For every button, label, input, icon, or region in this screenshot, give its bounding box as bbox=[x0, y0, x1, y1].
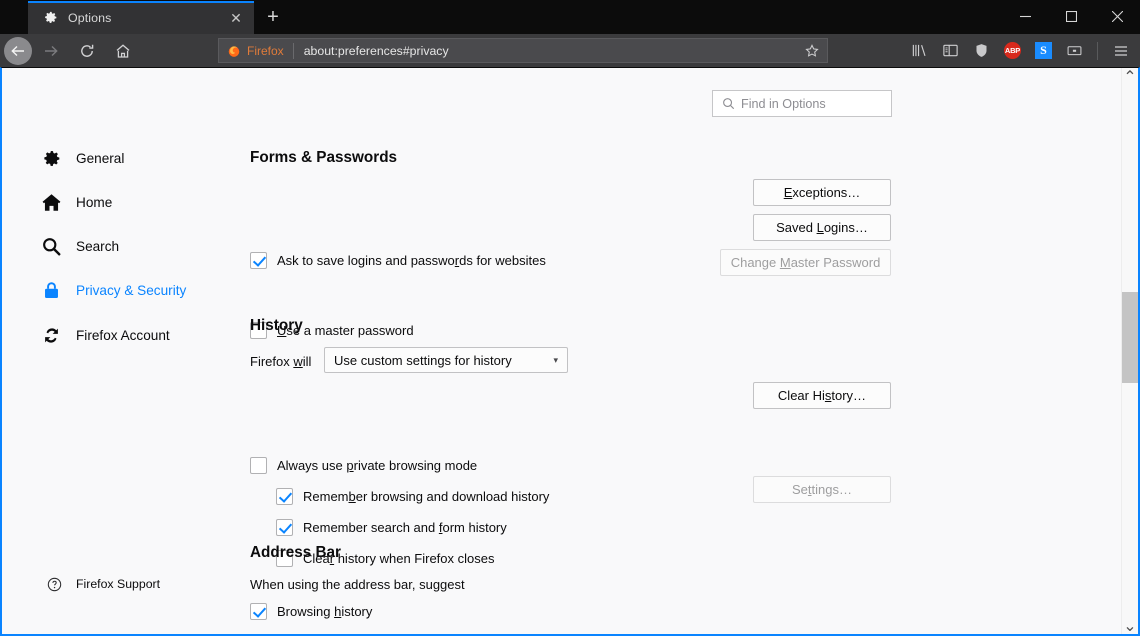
sync-icon bbox=[40, 324, 62, 346]
search-icon bbox=[40, 235, 62, 257]
sidebar-item-label: Privacy & Security bbox=[76, 282, 187, 298]
app-menu-icon[interactable] bbox=[1106, 37, 1135, 65]
change-master-password-button: Change Master Password bbox=[720, 249, 891, 276]
lock-icon bbox=[40, 279, 62, 301]
firefox-will-label: Firefox will bbox=[250, 354, 312, 369]
settings-button: Settings… bbox=[753, 476, 891, 503]
saved-logins-button[interactable]: Saved Logins… bbox=[753, 214, 891, 241]
sidebar-item-label: General bbox=[76, 150, 125, 166]
close-icon[interactable]: ✕ bbox=[226, 8, 246, 28]
checkbox-label: Remember search and form history bbox=[303, 520, 507, 535]
address-bar-description: When using the address bar, suggest bbox=[250, 577, 465, 592]
home-icon bbox=[40, 191, 62, 213]
exceptions-button[interactable]: Exceptions… bbox=[753, 179, 891, 206]
scroll-up-icon[interactable]: ⌃ bbox=[1122, 68, 1139, 86]
preferences-sidebar: General Home Search Privacy & Security F… bbox=[2, 68, 240, 634]
firefox-support-link[interactable]: Firefox Support bbox=[46, 576, 160, 592]
checkbox-box[interactable] bbox=[250, 457, 267, 474]
tab-options[interactable]: Options ✕ bbox=[28, 1, 254, 34]
scroll-down-icon[interactable]: ⌄ bbox=[1122, 617, 1139, 635]
checkbox-browsing-history-suggest[interactable]: Browsing history bbox=[250, 603, 372, 620]
checkbox-box[interactable] bbox=[276, 488, 293, 505]
adblock-plus-icon[interactable]: ABP bbox=[998, 37, 1027, 65]
checkbox-label: Browsing history bbox=[277, 604, 373, 619]
select-control[interactable]: Use custom settings for history ▾ bbox=[324, 347, 568, 373]
scrollbar-thumb[interactable] bbox=[1121, 292, 1138, 383]
reload-button[interactable] bbox=[70, 37, 104, 65]
url-bar[interactable]: Firefox about:preferences#privacy bbox=[218, 38, 828, 63]
checkbox-box[interactable] bbox=[276, 519, 293, 536]
gear-icon bbox=[40, 147, 62, 169]
forward-button[interactable] bbox=[34, 37, 68, 65]
sidebar-item-label: Search bbox=[76, 238, 120, 254]
tab-title: Options bbox=[68, 10, 112, 25]
identity-label: Firefox bbox=[247, 43, 284, 58]
close-icon[interactable] bbox=[1094, 0, 1140, 33]
checkbox-box[interactable] bbox=[250, 603, 267, 620]
scrollbar-track[interactable] bbox=[1121, 85, 1138, 617]
gear-icon bbox=[42, 9, 59, 26]
bookmark-star-icon[interactable] bbox=[803, 43, 821, 58]
sidebar-item-label: Home bbox=[76, 194, 113, 210]
toolbar-icons: ABP S bbox=[904, 36, 1136, 65]
sidebar-item-firefox-account[interactable]: Firefox Account bbox=[40, 322, 170, 348]
preferences-page: Find in Options General Home Search Priv… bbox=[0, 67, 1140, 636]
history-mode-select[interactable]: Use custom settings for history ▾ bbox=[324, 347, 568, 373]
firefox-logo-icon bbox=[227, 44, 241, 58]
button-label: Exceptions… bbox=[783, 185, 861, 200]
identity-box: Firefox bbox=[227, 44, 293, 58]
section-title-forms-passwords: Forms & Passwords bbox=[250, 149, 398, 166]
button-label: Clear History… bbox=[777, 388, 867, 403]
sidebar-item-general[interactable]: General bbox=[40, 145, 124, 171]
sidebar-item-home[interactable]: Home bbox=[40, 189, 112, 215]
sidebar-item-privacy-security[interactable]: Privacy & Security bbox=[40, 277, 186, 303]
select-value: Use custom settings for history bbox=[334, 352, 512, 368]
skype-icon[interactable]: S bbox=[1029, 37, 1058, 65]
toolbar-separator bbox=[1097, 41, 1098, 60]
url-separator bbox=[292, 42, 294, 59]
checkbox-label: Always use private browsing mode bbox=[277, 458, 478, 473]
browser-window: Options ✕ + Firefox about:preferences#pr… bbox=[0, 0, 1140, 636]
new-tab-button[interactable]: + bbox=[258, 2, 288, 32]
chevron-down-icon: ▾ bbox=[553, 354, 558, 365]
support-label: Firefox Support bbox=[76, 577, 161, 591]
maximize-icon[interactable] bbox=[1048, 0, 1094, 33]
checkbox-label: Ask to save logins and passwords for web… bbox=[277, 253, 546, 268]
screenshot-icon[interactable] bbox=[1060, 37, 1089, 65]
library-icon[interactable] bbox=[905, 37, 934, 65]
sidebar-item-search[interactable]: Search bbox=[40, 233, 119, 259]
tab-strip: Options ✕ + bbox=[0, 0, 1140, 34]
vertical-scrollbar[interactable]: ⌃ ⌄ bbox=[1121, 68, 1138, 634]
shield-icon[interactable] bbox=[967, 37, 996, 65]
minimize-icon[interactable] bbox=[1002, 0, 1048, 33]
checkbox-ask-to-save-logins[interactable]: Ask to save logins and passwords for web… bbox=[250, 252, 546, 269]
home-button[interactable] bbox=[106, 37, 140, 65]
sidebar-icon[interactable] bbox=[936, 37, 965, 65]
adblock-plus-badge: ABP bbox=[1004, 42, 1021, 59]
clear-history-button[interactable]: Clear History… bbox=[753, 382, 891, 409]
checkbox-label: Remember browsing and download history bbox=[303, 489, 550, 504]
preferences-main-pane: Forms & Passwords Ask to save logins and… bbox=[240, 68, 1125, 634]
navigation-toolbar: Firefox about:preferences#privacy ABP S bbox=[0, 34, 1140, 67]
checkbox-remember-search-form-history[interactable]: Remember search and form history bbox=[276, 519, 507, 536]
checkbox-box[interactable] bbox=[250, 252, 267, 269]
help-circle-icon bbox=[46, 576, 62, 592]
window-controls bbox=[1002, 0, 1140, 33]
section-title-address-bar: Address Bar bbox=[250, 544, 341, 561]
back-button[interactable] bbox=[4, 36, 32, 65]
button-label: Saved Logins… bbox=[776, 220, 868, 235]
checkbox-remember-browsing-history[interactable]: Remember browsing and download history bbox=[276, 488, 549, 505]
button-label: Settings… bbox=[792, 482, 852, 497]
button-label: Change Master Password bbox=[730, 255, 881, 270]
sidebar-item-label: Firefox Account bbox=[76, 327, 170, 343]
url-text[interactable]: about:preferences#privacy bbox=[304, 44, 803, 58]
section-title-history: History bbox=[250, 317, 303, 334]
checkbox-always-private-browsing[interactable]: Always use private browsing mode bbox=[250, 457, 477, 474]
skype-badge: S bbox=[1035, 42, 1052, 59]
